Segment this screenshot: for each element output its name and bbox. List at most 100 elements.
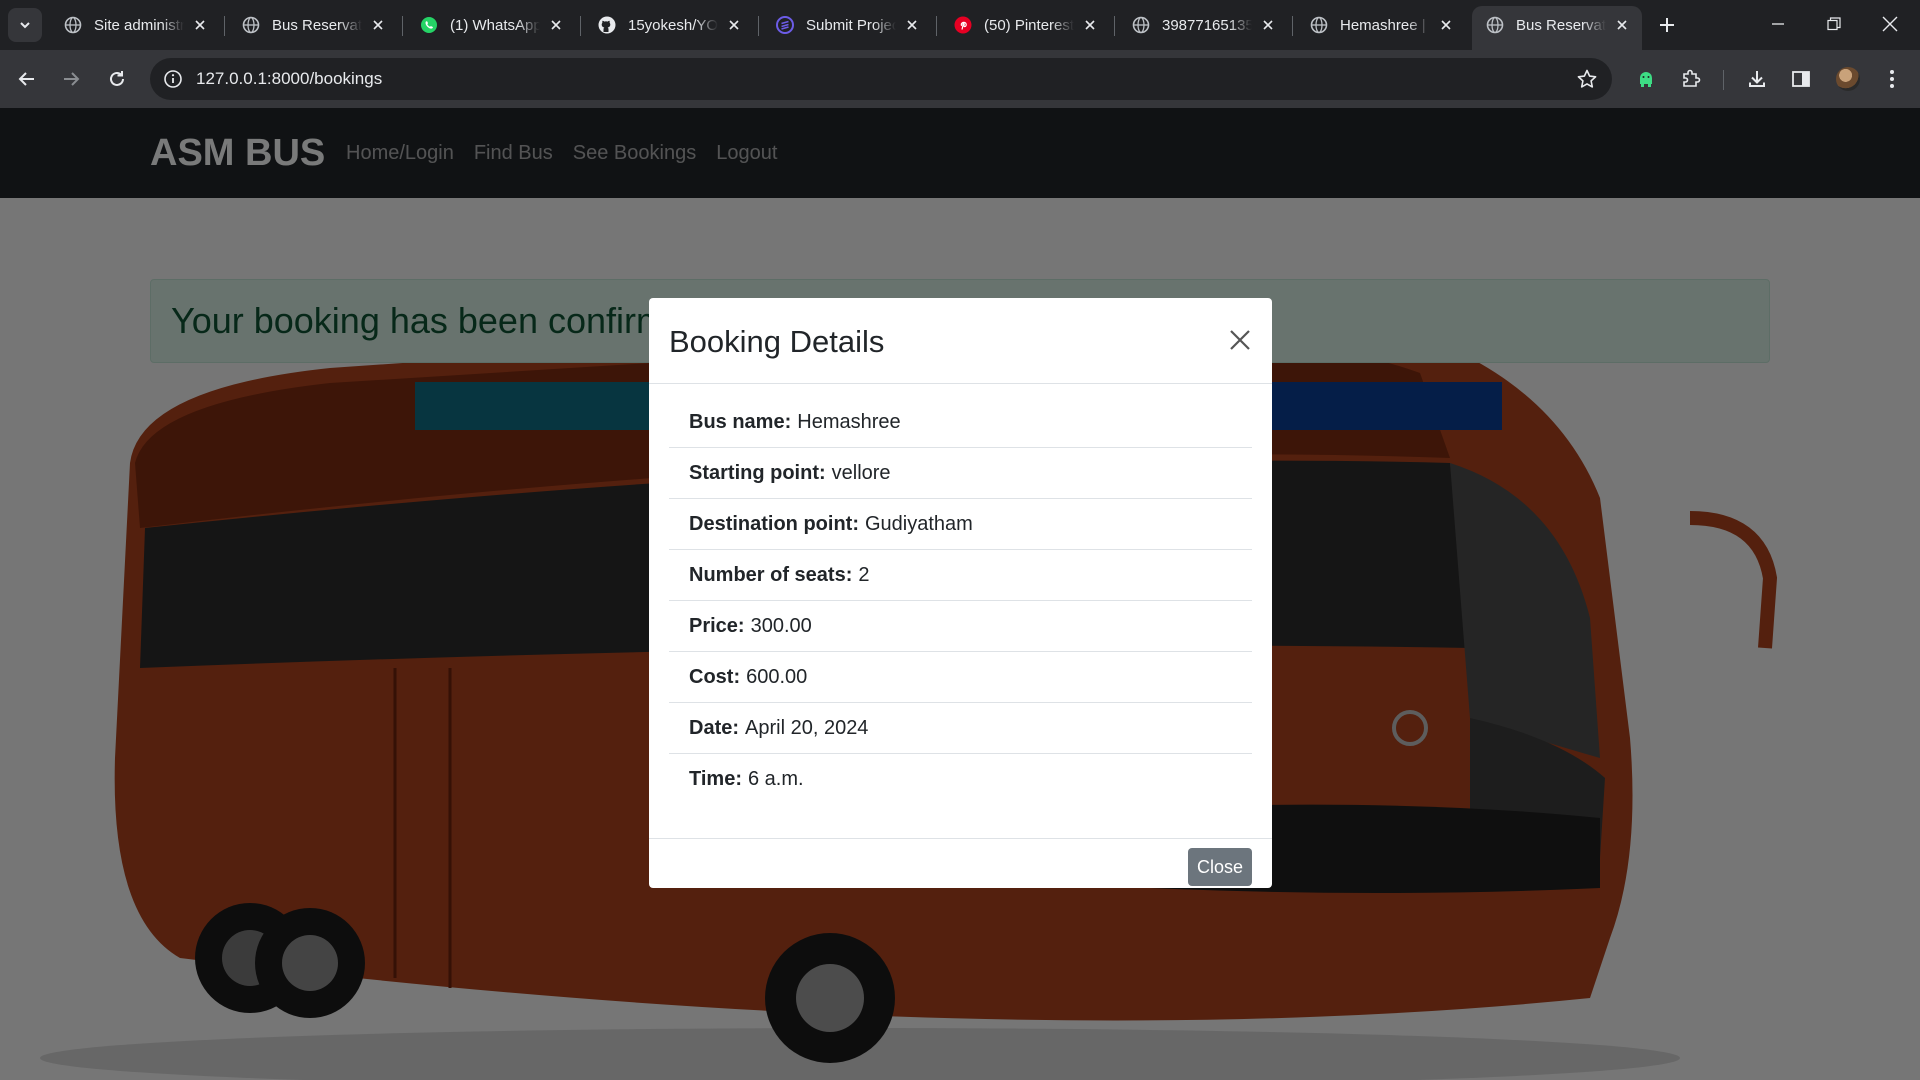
extensions-button[interactable]	[1673, 61, 1709, 97]
globe-icon	[1486, 16, 1504, 34]
booking-field-cost: Cost: 600.00	[669, 652, 1252, 703]
field-label: Date:	[689, 716, 740, 739]
tab-title: 39877165135	[1162, 16, 1252, 34]
browser-tab[interactable]: Hemashree |	[1296, 6, 1466, 44]
tab-title: (50) Pinterest	[984, 16, 1074, 34]
stack-icon	[776, 16, 794, 34]
browser-tab[interactable]: (50) Pinterest	[940, 6, 1110, 44]
browser-toolbar: 127.0.0.1:8000/bookings	[0, 50, 1920, 108]
new-tab-button[interactable]	[1652, 10, 1682, 40]
booking-field-destination-point: Destination point: Gudiyatham	[669, 499, 1252, 550]
profile-avatar[interactable]	[1836, 67, 1860, 91]
close-tab-icon[interactable]	[724, 15, 744, 35]
globe-icon	[1310, 16, 1328, 34]
close-icon	[1882, 16, 1898, 32]
modal-body: Bus name: Hemashree Starting point: vellor…	[669, 397, 1252, 805]
web-page: ASM BUS Home/Login Find Bus See Bookings…	[0, 108, 1920, 1080]
field-value: 2	[858, 563, 870, 586]
puzzle-icon	[1683, 69, 1701, 87]
close-tab-icon[interactable]	[1258, 15, 1278, 35]
close-tab-icon[interactable]	[1612, 15, 1632, 35]
pinterest-icon	[954, 16, 972, 34]
browser-tab-active[interactable]: Bus Reservatio	[1472, 6, 1642, 50]
booking-field-price: Price: 300.00	[669, 601, 1252, 652]
close-tab-icon[interactable]	[190, 15, 210, 35]
globe-icon	[242, 16, 260, 34]
field-value: vellore	[831, 461, 891, 484]
booking-field-date: Date: April 20, 2024	[669, 703, 1252, 754]
field-value: Gudiyatham	[864, 512, 973, 535]
chevron-down-icon	[20, 22, 30, 29]
globe-icon	[64, 16, 82, 34]
field-value: April 20, 2024	[745, 716, 869, 739]
field-label: Destination point:	[689, 512, 859, 535]
side-panel-icon	[1792, 71, 1810, 87]
reload-button[interactable]	[99, 61, 135, 97]
browser-tab[interactable]: Bus Reservatio	[228, 6, 398, 44]
field-value: 300.00	[750, 614, 812, 637]
modal-footer: Close	[649, 838, 1272, 888]
downloads-button[interactable]	[1739, 61, 1775, 97]
site-info-icon[interactable]	[152, 58, 194, 100]
tab-title: (1) WhatsApp	[450, 16, 540, 34]
close-tab-icon[interactable]	[368, 15, 388, 35]
whatsapp-icon	[420, 16, 438, 34]
restore-button[interactable]	[1806, 0, 1862, 48]
android-icon	[1640, 72, 1652, 87]
browser-tab[interactable]: Submit Projec	[762, 6, 932, 44]
forward-button[interactable]	[53, 61, 89, 97]
download-icon	[1749, 71, 1765, 87]
extension-button[interactable]	[1628, 61, 1664, 97]
booking-field-time: Time: 6 a.m.	[669, 754, 1252, 805]
modal-header: Booking Details	[649, 298, 1272, 384]
plus-icon	[1660, 18, 1674, 32]
field-label: Price:	[689, 614, 745, 637]
field-label: Number of seats:	[689, 563, 853, 586]
minimize-button[interactable]	[1750, 0, 1806, 48]
url-text[interactable]: 127.0.0.1:8000/bookings	[196, 69, 382, 89]
field-label: Cost:	[689, 665, 741, 688]
field-value: 6 a.m.	[747, 768, 804, 790]
close-tab-icon[interactable]	[1080, 15, 1100, 35]
modal-title: Booking Details	[669, 324, 885, 359]
field-value: 600.00	[746, 665, 808, 688]
restore-icon	[1827, 17, 1841, 31]
tab-title: Bus Reservatio	[1516, 16, 1606, 34]
tab-title: Site administr	[94, 16, 184, 34]
modal-close-x-button[interactable]	[1224, 324, 1256, 356]
arrow-left-icon	[18, 72, 34, 86]
field-label: Time:	[689, 768, 742, 790]
bookmark-star-icon[interactable]	[1574, 66, 1600, 92]
tab-search-button[interactable]	[8, 8, 42, 42]
chrome-menu-button[interactable]	[1874, 61, 1910, 97]
browser-tab[interactable]: 15yokesh/YO	[584, 6, 754, 44]
close-tab-icon[interactable]	[1436, 15, 1456, 35]
reload-icon	[110, 71, 124, 86]
browser-tab[interactable]: Site administr	[50, 6, 220, 44]
more-vert-icon	[1890, 70, 1894, 88]
booking-field-starting-point: Starting point: vellore	[669, 448, 1252, 499]
back-button[interactable]	[9, 61, 45, 97]
tab-title: Bus Reservatio	[272, 16, 362, 34]
close-button[interactable]: Close	[1188, 848, 1252, 886]
side-panel-button[interactable]	[1783, 61, 1819, 97]
booking-field-bus-name: Bus name: Hemashree	[669, 397, 1252, 448]
booking-details-modal: Booking Details Bus name: Hemashree Start…	[649, 298, 1272, 888]
tab-title: Hemashree |	[1340, 16, 1426, 34]
field-label: Starting point:	[689, 461, 826, 484]
browser-tab[interactable]: (1) WhatsApp	[406, 6, 576, 44]
close-window-button[interactable]	[1862, 0, 1918, 48]
tab-title: Submit Projec	[806, 16, 896, 34]
minimize-icon	[1772, 23, 1784, 25]
close-tab-icon[interactable]	[902, 15, 922, 35]
close-icon	[1230, 330, 1250, 350]
address-bar[interactable]: 127.0.0.1:8000/bookings	[150, 58, 1612, 100]
field-value: Hemashree	[797, 410, 901, 433]
arrow-right-icon	[64, 72, 80, 86]
browser-tab[interactable]: 39877165135	[1118, 6, 1288, 44]
github-icon	[598, 16, 616, 34]
tab-title: 15yokesh/YO	[628, 16, 718, 34]
booking-field-number-of-seats: Number of seats: 2	[669, 550, 1252, 601]
close-tab-icon[interactable]	[546, 15, 566, 35]
globe-icon	[1132, 16, 1150, 34]
